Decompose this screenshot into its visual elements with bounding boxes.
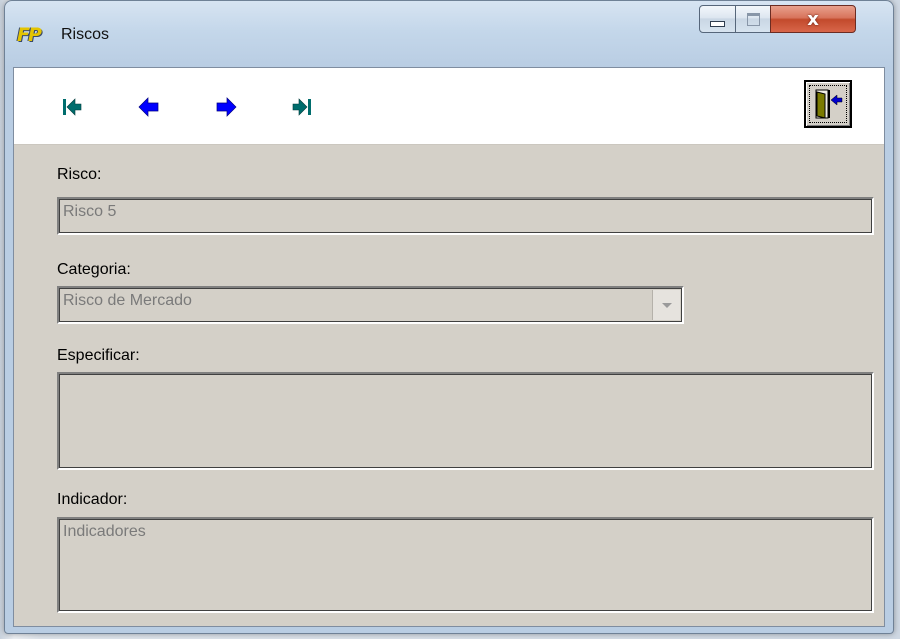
- indicador-textarea[interactable]: Indicadores: [57, 517, 874, 613]
- exit-button[interactable]: [804, 80, 852, 128]
- indicador-label: Indicador:: [57, 491, 128, 508]
- especificar-textarea[interactable]: [57, 372, 874, 470]
- minimize-button[interactable]: [699, 5, 736, 33]
- arrow-first-icon: [63, 98, 82, 116]
- indicador-value: Indicadores: [63, 523, 146, 540]
- categoria-dropdown[interactable]: Risco de Mercado: [57, 286, 684, 324]
- arrow-left-icon: [138, 97, 159, 117]
- risco-label: Risco:: [57, 166, 102, 183]
- chevron-down-icon: [661, 302, 672, 308]
- categoria-label: Categoria:: [57, 261, 131, 278]
- first-record-button[interactable]: [52, 92, 92, 122]
- navigation-toolbar: [14, 68, 884, 145]
- dropdown-arrow-button[interactable]: [652, 290, 680, 320]
- arrow-last-icon: [292, 98, 311, 116]
- last-record-button[interactable]: [282, 92, 322, 122]
- riscos-window: FP Riscos x Risco: Risco 5 Categoria: Ri…: [4, 0, 894, 634]
- app-logo-icon: FP: [17, 24, 42, 46]
- door-exit-icon: [815, 89, 843, 119]
- exit-button-focus-rect: [809, 85, 847, 123]
- maximize-icon: [746, 12, 760, 26]
- previous-record-button[interactable]: [129, 92, 169, 122]
- title-bar[interactable]: FP Riscos x: [5, 1, 893, 65]
- form-client-area: Risco: Risco 5 Categoria: Risco de Merca…: [13, 67, 885, 627]
- risco-field[interactable]: Risco 5: [57, 197, 874, 235]
- categoria-value: Risco de Mercado: [63, 292, 192, 309]
- maximize-button[interactable]: [735, 5, 771, 33]
- next-record-button[interactable]: [206, 92, 246, 122]
- close-button[interactable]: x: [770, 5, 856, 33]
- risco-value: Risco 5: [63, 203, 117, 220]
- arrow-right-icon: [216, 97, 237, 117]
- window-title: Riscos: [61, 26, 110, 43]
- especificar-label: Especificar:: [57, 347, 140, 364]
- minimize-icon: [710, 21, 725, 27]
- close-icon: x: [807, 8, 819, 30]
